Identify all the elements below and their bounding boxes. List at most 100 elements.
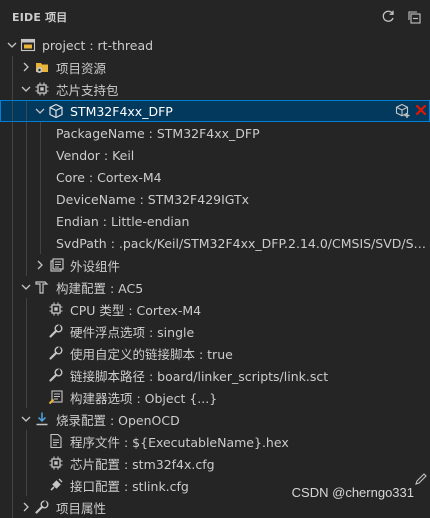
tree-item-pack-core[interactable]: Core : Cortex-M4 (0, 166, 430, 188)
tree-item-project[interactable]: project : rt-thread (0, 34, 430, 56)
tree-item-label: 烧录配置 : OpenOCD (56, 412, 180, 428)
tree-item-project-resources[interactable]: 项目资源 (0, 56, 430, 78)
chevron-down-icon[interactable] (32, 103, 48, 119)
row-actions (395, 103, 428, 122)
tree-item-build-config[interactable]: 构建配置 : AC5 (0, 276, 430, 298)
indent-guide (12, 78, 13, 100)
indent-guide (26, 298, 27, 320)
indent-guide (12, 298, 13, 320)
tree-item-pack-svd[interactable]: SvdPath : .pack/Keil/STM32F4xx_DFP.2.14.… (0, 232, 430, 254)
remove-icon[interactable] (414, 103, 428, 122)
indent-guide (12, 210, 13, 232)
tree-item-label: 使用自定义的链接脚本 : true (70, 346, 233, 362)
tree-item-label: project : rt-thread (42, 37, 154, 53)
package-icon (48, 103, 64, 119)
indent-guide (26, 320, 27, 342)
tree-item-program-file[interactable]: 程序文件 : ${ExecutableName}.hex (0, 430, 430, 452)
peripheral-icon (48, 257, 64, 273)
indent-guide (26, 452, 27, 474)
tree-item-label: 接口配置 : stlink.cfg (70, 478, 189, 494)
collapse-all-icon[interactable] (406, 9, 422, 25)
tree-item-label: Core : Cortex-M4 (56, 169, 162, 185)
tree-item-label: 构建器选项 : Object {...} (70, 390, 218, 406)
indent-guide (26, 166, 27, 188)
tree-item-label: STM32F4xx_DFP (70, 103, 173, 119)
header-actions (380, 9, 422, 25)
resources-icon (34, 59, 50, 75)
indent-guide (12, 276, 13, 298)
indent-guide (26, 100, 27, 122)
tree-item-label: Vendor : Keil (56, 147, 135, 163)
tree-item-chip-support[interactable]: 芯片支持包 (0, 78, 430, 100)
tree-item-label: 程序文件 : ${ExecutableName}.hex (70, 434, 289, 450)
tree-item-peripherals[interactable]: 外设组件 (0, 254, 430, 276)
tree-item-pack[interactable]: STM32F4xx_DFP (0, 100, 430, 122)
indent-guide (26, 364, 27, 386)
indent-guide (26, 210, 27, 232)
chevron-down-icon[interactable] (4, 37, 20, 53)
pencil-icon[interactable] (414, 472, 428, 489)
download-icon (34, 411, 50, 427)
tree-item-label: CPU 类型 : Cortex-M4 (70, 302, 202, 318)
watermark: CSDN @cherngo331 (291, 485, 414, 500)
tree-item-builder-options[interactable]: 构建器选项 : Object {...} (0, 386, 430, 408)
chip-icon (48, 455, 64, 471)
builder-options-icon (48, 389, 64, 405)
chevron-down-icon[interactable] (18, 81, 34, 97)
tree-item-label: 芯片支持包 (56, 82, 119, 98)
indent-guide (40, 232, 41, 254)
tree-item-label: 芯片配置 : stm32f4x.cfg (70, 456, 215, 472)
indent-guide (12, 430, 13, 452)
indent-guide (26, 386, 27, 408)
tree-item-cpu-type[interactable]: CPU 类型 : Cortex-M4 (0, 298, 430, 320)
explorer-header: EIDE 项目 (0, 0, 430, 34)
indent-guide (12, 166, 13, 188)
tree-item-label: Endian : Little-endian (56, 213, 190, 229)
project-tree: project : rt-thread 项目资源芯片支持包 STM32F4xx_DF… (0, 34, 430, 518)
add-package-icon[interactable] (395, 103, 411, 122)
indent-guide (12, 364, 13, 386)
indent-guide (26, 232, 27, 254)
chip-icon (34, 81, 50, 97)
tree-item-pack-name[interactable]: PackageName : STM32F4xx_DFP (0, 122, 430, 144)
wrench-icon (48, 345, 64, 361)
chevron-down-icon[interactable] (18, 279, 34, 295)
tree-item-flash-config[interactable]: 烧录配置 : OpenOCD (0, 408, 430, 430)
indent-guide (40, 144, 41, 166)
indent-guide (40, 122, 41, 144)
hammer-icon (34, 279, 50, 295)
chip-icon (48, 301, 64, 317)
tree-item-label: 硬件浮点选项 : single (70, 324, 195, 340)
indent-guide (12, 452, 13, 474)
interface-icon (48, 477, 64, 493)
chevron-down-icon[interactable] (18, 411, 34, 427)
indent-guide (26, 254, 27, 276)
tree-item-link-path[interactable]: 链接脚本路径 : board/linker_scripts/link.sct (0, 364, 430, 386)
indent-guide (12, 144, 13, 166)
tree-item-pack-endian[interactable]: Endian : Little-endian (0, 210, 430, 232)
wrench-icon (48, 323, 64, 339)
tree-item-fpu[interactable]: 硬件浮点选项 : single (0, 320, 430, 342)
indent-guide (12, 386, 13, 408)
chevron-right-icon[interactable] (18, 59, 34, 75)
tree-item-chip-config[interactable]: 芯片配置 : stm32f4x.cfg (0, 452, 430, 474)
file-icon (48, 433, 64, 449)
refresh-icon[interactable] (380, 9, 396, 25)
indent-guide (26, 188, 27, 210)
tree-item-custom-link[interactable]: 使用自定义的链接脚本 : true (0, 342, 430, 364)
indent-guide (12, 56, 13, 78)
tree-item-pack-device[interactable]: DeviceName : STM32F429IGTx (0, 188, 430, 210)
indent-guide (26, 122, 27, 144)
project-icon (20, 37, 36, 53)
chevron-right-icon[interactable] (32, 257, 48, 273)
indent-guide (12, 408, 13, 430)
tree-item-pack-vendor[interactable]: Vendor : Keil (0, 144, 430, 166)
indent-guide (12, 496, 13, 518)
